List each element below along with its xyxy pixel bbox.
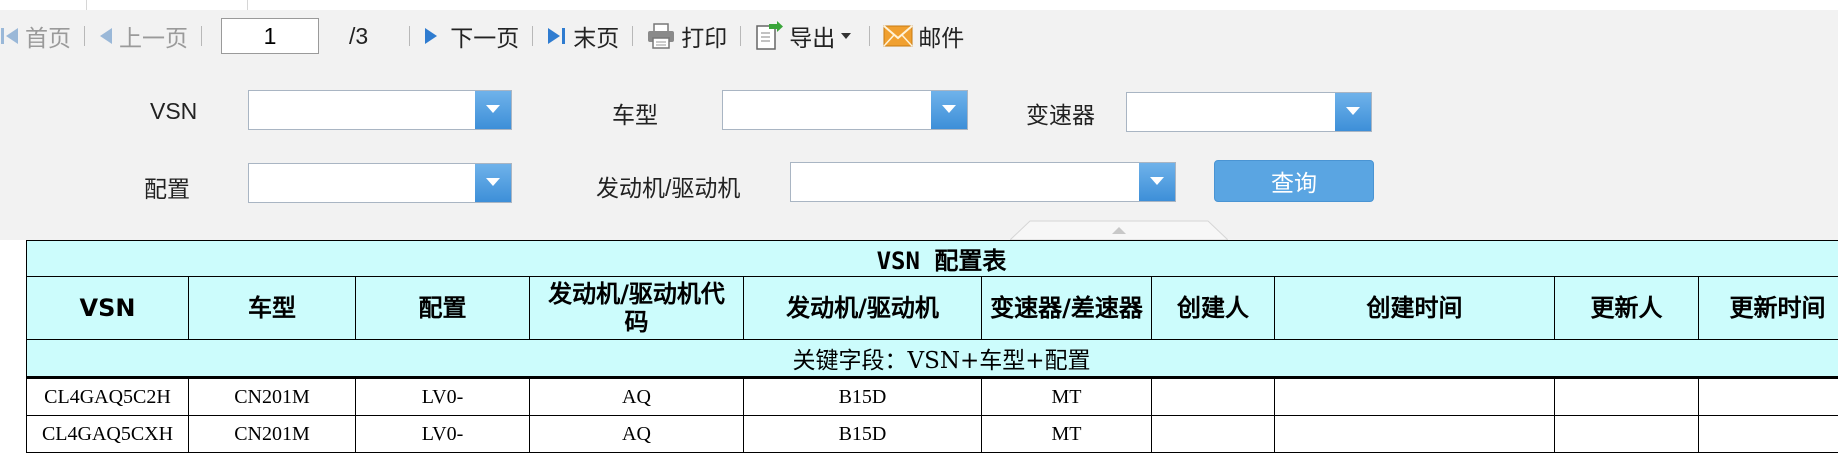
table-cell: AQ	[529, 377, 744, 416]
toolbar-divider	[532, 26, 534, 46]
report-toolbar: 首页 上一页 /3 下一页 末页 打印	[0, 10, 1838, 62]
gearbox-dropdown-button[interactable]	[1335, 93, 1371, 131]
toolbar-divider	[632, 26, 634, 46]
column-header: 创建人	[1151, 276, 1275, 340]
config-combo-value	[249, 164, 475, 202]
query-button[interactable]: 查询	[1214, 160, 1374, 202]
filter-panel: VSN 车型 变速器 配置 发动机/驱动机 查询	[0, 62, 1838, 241]
vsn-filter-label: VSN	[150, 98, 198, 124]
next-page-label: 下一页	[450, 25, 520, 51]
next-page-icon	[423, 25, 439, 47]
config-dropdown-button[interactable]	[475, 164, 511, 202]
panel-collapse-handle[interactable]	[1008, 220, 1230, 241]
engine-filter-label: 发动机/驱动机	[596, 175, 741, 201]
table-cell: MT	[981, 415, 1152, 453]
engine-combo[interactable]	[790, 162, 1176, 202]
mail-button[interactable]: 邮件	[883, 19, 964, 53]
table-cell: MT	[981, 377, 1152, 416]
column-header: 更新时间	[1697, 276, 1838, 340]
vsn-config-table: VSN 配置表 VSN 车型 配置 发动机/驱动机代码 发动机/驱动机 变速器/…	[25, 240, 1838, 453]
column-header: VSN	[26, 276, 189, 340]
table-cell: CN201M	[188, 377, 356, 416]
mail-label: 邮件	[918, 25, 965, 51]
column-header: 配置	[355, 276, 530, 340]
table-cell: LV0-	[355, 415, 530, 453]
toolbar-divider	[409, 26, 411, 46]
dropdown-arrow-icon	[941, 101, 957, 119]
table-header-row: VSN 车型 配置 发动机/驱动机代码 发动机/驱动机 变速器/差速器 创建人 …	[26, 276, 1838, 340]
table-cell: CN201M	[188, 415, 356, 453]
model-filter-label: 车型	[612, 102, 658, 128]
table-cell	[1554, 377, 1699, 416]
prev-page-button[interactable]: 上一页	[98, 19, 188, 53]
table-cell	[1274, 415, 1555, 453]
column-header: 发动机/驱动机	[743, 276, 982, 340]
export-label: 导出	[789, 25, 836, 51]
gearbox-combo-value	[1127, 93, 1335, 131]
first-page-icon	[0, 25, 20, 47]
last-page-icon	[546, 25, 568, 47]
export-icon	[754, 21, 784, 51]
config-combo[interactable]	[248, 163, 512, 203]
print-button[interactable]: 打印	[646, 19, 727, 53]
vsn-combo[interactable]	[248, 90, 512, 130]
last-page-button[interactable]: 末页	[546, 19, 619, 53]
table-row: CL4GAQ5C2H CN201M LV0- AQ B15D MT	[26, 377, 1838, 416]
column-header: 变速器/差速器	[981, 276, 1152, 340]
table-cell: AQ	[529, 415, 744, 453]
prev-page-icon	[98, 25, 114, 47]
dropdown-arrow-icon	[485, 174, 501, 192]
column-header: 创建时间	[1274, 276, 1555, 340]
toolbar-divider	[201, 26, 202, 46]
table-title: VSN 配置表	[25, 240, 1838, 277]
page-total: /3	[349, 22, 369, 49]
config-filter-label: 配置	[144, 176, 190, 202]
column-header: 更新人	[1554, 276, 1699, 340]
table-cell: CL4GAQ5CXH	[26, 415, 189, 453]
printer-icon	[646, 23, 676, 49]
model-combo[interactable]	[722, 90, 968, 130]
table-cell: B15D	[743, 415, 982, 453]
vsn-combo-value	[249, 91, 475, 129]
table-cell	[1151, 415, 1275, 453]
table-cell: B15D	[743, 377, 982, 416]
engine-combo-value	[791, 163, 1139, 201]
toolbar-divider	[84, 26, 85, 46]
prev-page-label: 上一页	[119, 25, 188, 51]
table-row: CL4GAQ5CXH CN201M LV0- AQ B15D MT	[26, 415, 1838, 453]
table-cell	[1697, 415, 1838, 453]
table-cell	[1151, 377, 1275, 416]
print-label: 打印	[681, 25, 728, 51]
dropdown-arrow-icon	[1149, 173, 1165, 191]
first-page-button[interactable]: 首页	[0, 19, 71, 53]
first-page-label: 首页	[25, 25, 71, 51]
model-combo-value	[723, 91, 931, 129]
dropdown-arrow-icon	[1345, 103, 1361, 121]
gearbox-combo[interactable]	[1126, 92, 1372, 132]
vsn-dropdown-button[interactable]	[475, 91, 511, 129]
page-number-input[interactable]	[221, 18, 319, 54]
table-cell: LV0-	[355, 377, 530, 416]
gearbox-filter-label: 变速器	[1026, 102, 1095, 128]
engine-dropdown-button[interactable]	[1139, 163, 1175, 201]
last-page-label: 末页	[573, 25, 620, 51]
column-header: 发动机/驱动机代码	[529, 276, 744, 340]
table-cell	[1554, 415, 1699, 453]
model-dropdown-button[interactable]	[931, 91, 967, 129]
dropdown-arrow-icon	[485, 101, 501, 119]
key-fields-note: 关键字段：VSN+车型+配置	[25, 339, 1838, 379]
column-header: 车型	[188, 276, 356, 340]
table-cell: CL4GAQ5C2H	[26, 377, 189, 416]
caret-down-icon	[841, 32, 852, 40]
mail-icon	[883, 24, 913, 48]
toolbar-divider	[740, 26, 742, 46]
next-page-button[interactable]: 下一页	[423, 19, 519, 53]
export-button[interactable]: 导出	[754, 19, 856, 53]
table-cell	[1697, 377, 1838, 416]
toolbar-divider	[869, 26, 871, 46]
table-cell	[1274, 377, 1555, 416]
